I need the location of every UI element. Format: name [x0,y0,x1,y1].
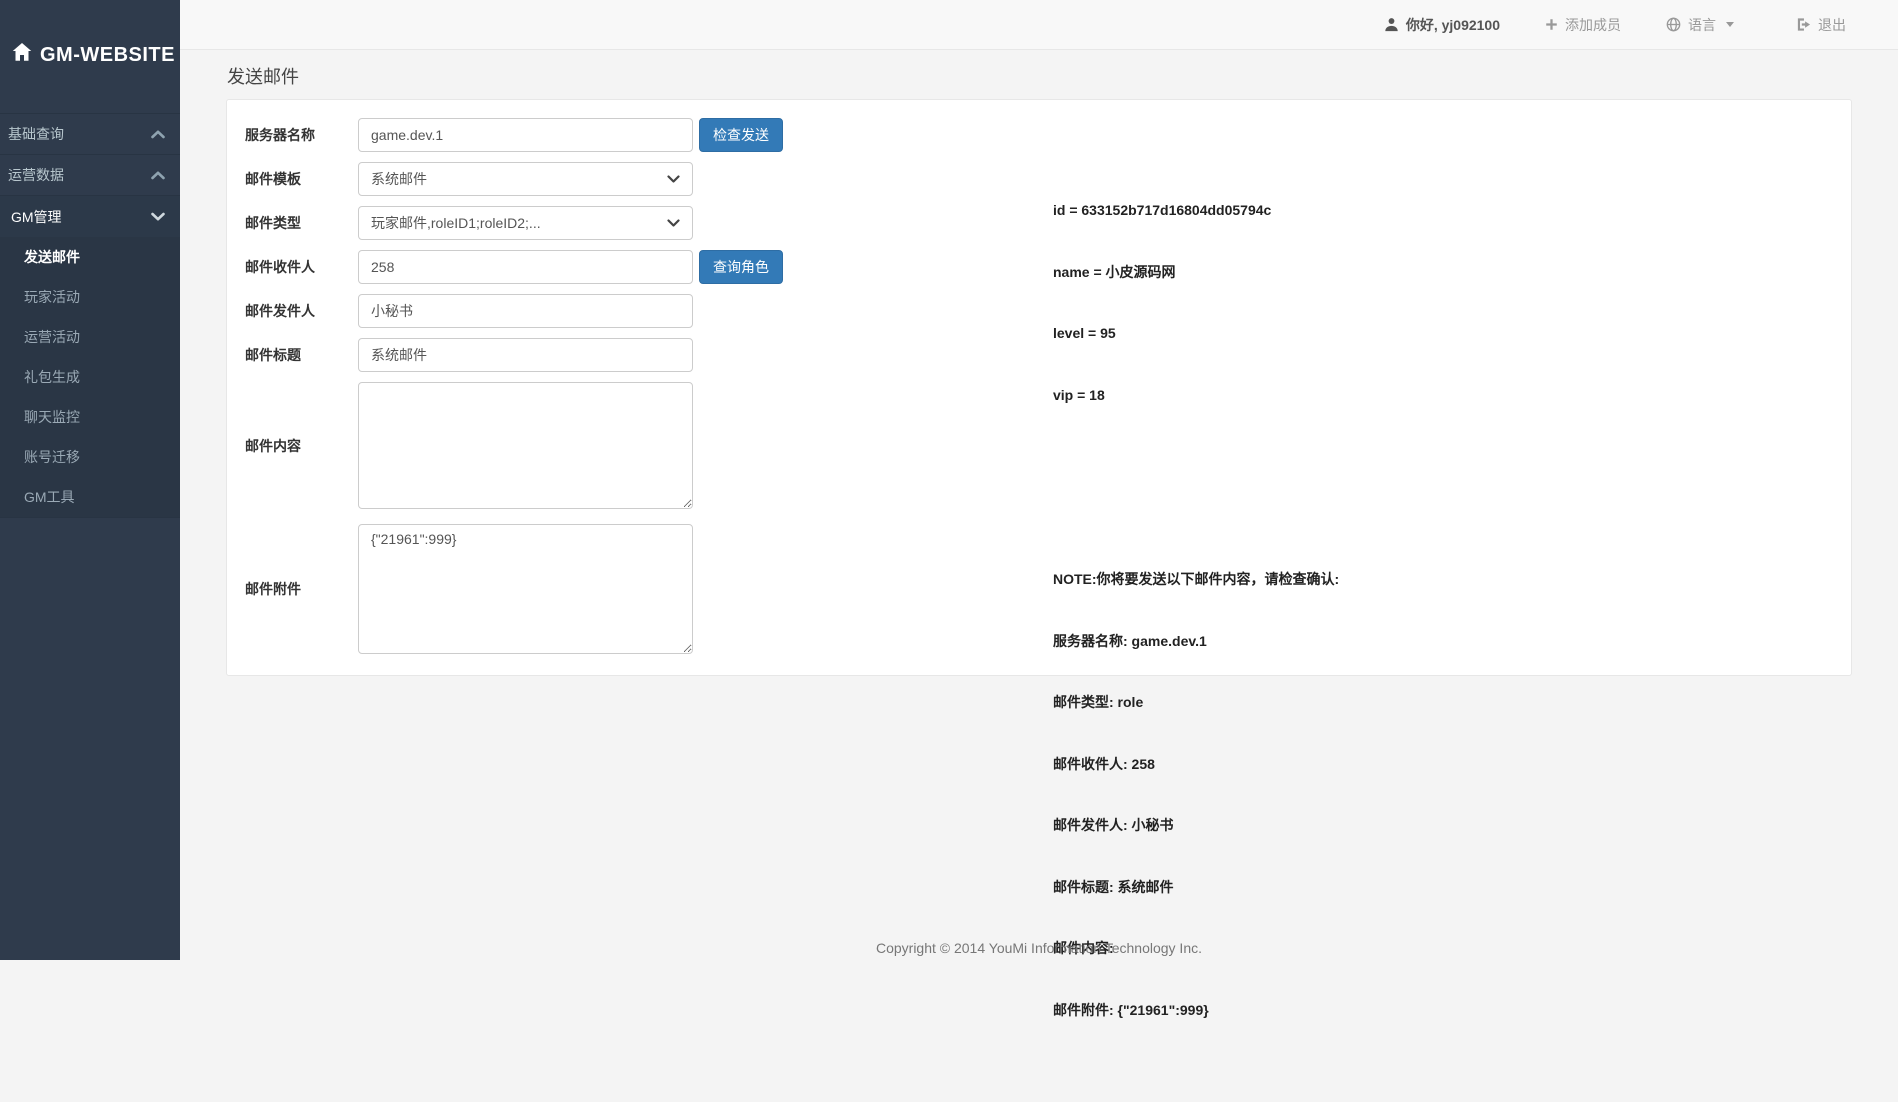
mail-title-input[interactable] [358,338,693,372]
sidebar-item-label: 基础查询 [8,124,64,144]
mail-receiver-label: 邮件收件人 [245,257,358,277]
mail-content-label: 邮件内容 [245,436,358,456]
logout-icon [1796,17,1811,32]
page-title: 发送邮件 [226,51,1852,99]
sidebar-item-gm-tools[interactable]: GM工具 [0,477,180,517]
sidebar-item-operation-data[interactable]: 运营数据 [0,155,180,196]
caret-down-icon [1726,22,1734,27]
chevron-down-icon [667,219,680,227]
sidebar-item-chat-monitor[interactable]: 聊天监控 [0,397,180,437]
sidebar-nav: 基础查询 运营数据 GM管理 发送邮件 玩家活动 运营活动 礼包生成 [0,113,180,518]
mail-sender-input[interactable] [358,294,693,328]
mail-content-textarea[interactable] [358,382,693,509]
server-name-input[interactable] [358,118,693,152]
chevron-up-icon [151,171,165,180]
sidebar-item-gm-manage[interactable]: GM管理 [0,196,180,237]
form-row-mail-sender: 邮件发件人 [245,294,842,328]
language-label: 语言 [1688,15,1716,35]
note-server-line: 服务器名称: game.dev.1 [1053,631,1339,652]
mail-type-label: 邮件类型 [245,213,358,233]
note-type-line: 邮件类型: role [1053,692,1339,713]
mail-template-selected-value: 系统邮件 [371,169,427,189]
sidebar-item-account-transfer[interactable]: 账号迁移 [0,437,180,477]
form-row-mail-title: 邮件标题 [245,338,842,372]
form-row-mail-content: 邮件内容 [245,382,842,509]
role-name-line: name = 小皮源码网 [1053,262,1339,283]
form-row-mail-type: 邮件类型 玩家邮件,roleID1;roleID2;... [245,206,842,240]
chevron-down-icon [151,212,165,221]
note-title-line: NOTE:你将要发送以下邮件内容，请检查确认: [1053,569,1339,590]
logout-button[interactable]: 退出 [1796,15,1846,35]
main-content: 发送邮件 服务器名称 检查发送 邮件模板 系统邮件 邮件类型 [180,51,1898,960]
mail-title-label: 邮件标题 [245,345,358,365]
mail-attachment-label: 邮件附件 [245,579,358,599]
add-member-label: 添加成员 [1565,15,1621,35]
sidebar-group-gm: GM管理 发送邮件 玩家活动 运营活动 礼包生成 聊天监控 账号迁移 GM工具 [0,196,180,518]
role-vip-line: vip = 18 [1053,385,1339,406]
language-menu[interactable]: 语言 [1666,15,1734,35]
globe-icon [1666,17,1681,32]
sidebar-item-operation-activity[interactable]: 运营活动 [0,317,180,357]
brand-logo-label: GM-WEBSITE [40,44,175,67]
form-row-mail-template: 邮件模板 系统邮件 [245,162,842,196]
note-title-field-line: 邮件标题: 系统邮件 [1053,877,1339,898]
mail-sender-label: 邮件发件人 [245,301,358,321]
mail-attachment-textarea[interactable]: {"21961":999} [358,524,693,654]
role-id-line: id = 633152b717d16804dd05794c [1053,200,1339,221]
send-mail-panel: 服务器名称 检查发送 邮件模板 系统邮件 邮件类型 玩家邮件,roleID1;r… [226,99,1852,676]
mail-template-select[interactable]: 系统邮件 [358,162,693,196]
gm-submenu: 发送邮件 玩家活动 运营活动 礼包生成 聊天监控 账号迁移 GM工具 [0,237,180,517]
note-receiver-line: 邮件收件人: 258 [1053,754,1339,775]
note-attachment-line: 邮件附件: {"21961":999} [1053,1000,1339,1021]
sidebar-item-label: 运营数据 [8,165,64,185]
mail-type-select[interactable]: 玩家邮件,roleID1;roleID2;... [358,206,693,240]
role-info-block: id = 633152b717d16804dd05794c name = 小皮源… [1053,159,1339,446]
user-greeting-label: 你好, yj092100 [1406,15,1500,35]
sidebar-item-giftpack-generate[interactable]: 礼包生成 [0,357,180,397]
chevron-down-icon [667,175,680,183]
plus-icon [1545,18,1558,31]
sidebar-item-player-activity[interactable]: 玩家活动 [0,277,180,317]
note-sender-line: 邮件发件人: 小秘书 [1053,815,1339,836]
form-row-mail-attachment: 邮件附件 {"21961":999} [245,524,842,654]
home-icon [12,42,32,68]
user-greeting: 你好, yj092100 [1384,15,1500,35]
user-icon [1384,17,1399,32]
mail-receiver-input[interactable] [358,250,693,284]
mail-type-selected-value: 玩家邮件,roleID1;roleID2;... [371,213,541,233]
add-member-button[interactable]: 添加成员 [1545,15,1621,35]
logout-label: 退出 [1818,15,1846,35]
query-role-button[interactable]: 查询角色 [699,250,783,284]
footer-copyright: Copyright © 2014 YouMi Information Techn… [180,940,1898,956]
chevron-up-icon [151,130,165,139]
send-mail-form: 服务器名称 检查发送 邮件模板 系统邮件 邮件类型 玩家邮件,roleID1;r… [242,118,842,654]
sidebar-item-basic-query[interactable]: 基础查询 [0,114,180,155]
mail-template-label: 邮件模板 [245,169,358,189]
topbar: 你好, yj092100 添加成员 语言 退出 [180,0,1898,50]
form-row-mail-receiver: 邮件收件人 查询角色 [245,250,842,284]
check-send-button[interactable]: 检查发送 [699,118,783,152]
sidebar-item-label: GM管理 [11,207,62,227]
sidebar-item-send-mail[interactable]: 发送邮件 [0,237,180,277]
server-name-label: 服务器名称 [245,125,358,145]
brand-logo[interactable]: GM-WEBSITE [0,0,180,68]
form-row-server-name: 服务器名称 检查发送 [245,118,842,152]
role-level-line: level = 95 [1053,323,1339,344]
note-block: NOTE:你将要发送以下邮件内容，请检查确认: 服务器名称: game.dev.… [1053,528,1339,1061]
sidebar: GM-WEBSITE 基础查询 运营数据 GM管理 发送邮件 玩家活动 [0,0,180,960]
